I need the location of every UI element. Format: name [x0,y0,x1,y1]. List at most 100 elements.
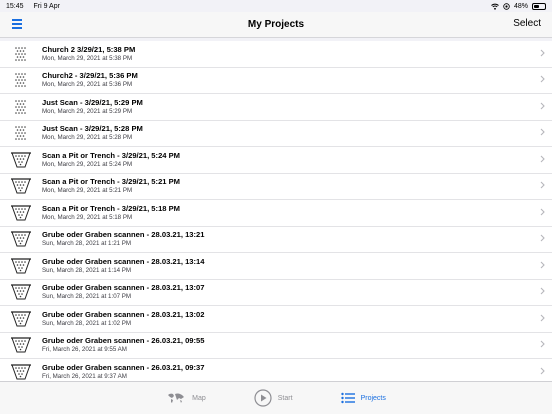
list-item-subtitle: Sun, March 28, 2021 at 1:07 PM [42,293,132,301]
list-item-title: Grube oder Graben scannen - 26.03.21, 09… [42,362,205,372]
world-map-icon [166,392,186,404]
battery-icon [532,2,546,10]
status-time: 15:45 [6,2,24,10]
list-item-text: Church2 - 3/29/21, 5:36 PM Mon, March 29,… [42,71,532,89]
hamburger-icon[interactable] [12,19,22,29]
list-item-text: Grube oder Graben scannen - 28.03.21, 13… [42,257,532,275]
select-button[interactable]: Select [513,18,541,29]
status-left: 15:45 Fri 9 Apr [6,3,68,10]
list-item-text: Church 2 3/29/21, 5:38 PM Mon, March 29, … [42,45,532,63]
tab-start[interactable]: Start [254,389,293,407]
list-item[interactable]: Grube oder Graben scannen - 26.03.21, 09… [0,332,552,359]
pit-icon [0,229,42,249]
tab-label: Projects [360,394,386,402]
location-icon [503,2,510,10]
chevron-right-icon [532,128,552,138]
list-item[interactable]: Grube oder Graben scannen - 26.03.21, 09… [0,359,552,381]
tab-map[interactable]: Map [166,392,206,404]
play-circle-icon [254,389,272,407]
chevron-right-icon [532,208,552,218]
navigation-bar: My Projects Select [0,12,552,38]
list-item-subtitle: Mon, March 29, 2021 at 5:28 PM [42,134,133,142]
list-item-title: Scan a Pit or Trench - 3/29/21, 5:24 PM [42,150,181,160]
chevron-right-icon [532,49,552,59]
list-item-text: Just Scan - 3/29/21, 5:28 PM Mon, March 2… [42,124,532,142]
list-item-title: Scan a Pit or Trench - 3/29/21, 5:18 PM [42,203,181,213]
list-item[interactable]: Just Scan - 3/29/21, 5:28 PM Mon, March 2… [0,120,552,147]
tab-bar: Map Start Projects [0,381,552,414]
list-item-text: Scan a Pit or Trench - 3/29/21, 5:24 PM M… [42,151,532,169]
list-item[interactable]: Grube oder Graben scannen - 28.03.21, 13… [0,306,552,333]
list-item-text: Scan a Pit or Trench - 3/29/21, 5:21 PM M… [42,177,532,195]
pit-icon [0,309,42,329]
pit-icon [0,203,42,223]
list-item-subtitle: Sun, March 28, 2021 at 1:14 PM [42,266,132,274]
list-item[interactable]: Scan a Pit or Trench - 3/29/21, 5:21 PM M… [0,173,552,200]
chevron-right-icon [532,340,552,350]
tab-label: Map [192,394,206,402]
battery-fill [534,4,539,8]
list-item-subtitle: Mon, March 29, 2021 at 5:29 PM [42,107,133,115]
list-item-title: Just Scan - 3/29/21, 5:28 PM [42,124,143,134]
list-item[interactable]: Grube oder Graben scannen - 28.03.21, 13… [0,226,552,253]
list-item-text: Grube oder Graben scannen - 28.03.21, 13… [42,310,532,328]
list-item-title: Grube oder Graben scannen - 28.03.21, 13… [42,230,205,240]
dot-grid-icon [0,45,42,63]
list-item-title: Grube oder Graben scannen - 28.03.21, 13… [42,256,205,266]
list-item-text: Just Scan - 3/29/21, 5:29 PM Mon, March 2… [42,98,532,116]
pit-icon [0,150,42,170]
list-item-text: Grube oder Graben scannen - 28.03.21, 13… [42,230,532,248]
chevron-right-icon [532,314,552,324]
chevron-right-icon [532,75,552,85]
chevron-right-icon [532,181,552,191]
list-item-title: Just Scan - 3/29/21, 5:29 PM [42,97,143,107]
list-item[interactable]: Scan a Pit or Trench - 3/29/21, 5:18 PM M… [0,200,552,227]
list-item-text: Grube oder Graben scannen - 28.03.21, 13… [42,283,532,301]
list-item-text: Grube oder Graben scannen - 26.03.21, 09… [42,336,532,354]
chevron-right-icon [532,287,552,297]
list-item-subtitle: Sun, March 28, 2021 at 1:02 PM [42,319,132,327]
list-item-subtitle: Mon, March 29, 2021 at 5:24 PM [42,160,133,168]
list-item-subtitle: Mon, March 29, 2021 at 5:18 PM [42,213,133,221]
list-item-subtitle: Sun, March 28, 2021 at 1:21 PM [42,240,132,248]
pit-icon [0,282,42,302]
list-item-title: Church2 - 3/29/21, 5:36 PM [42,71,138,81]
chevron-right-icon [532,155,552,165]
list-item-title: Grube oder Graben scannen - 28.03.21, 13… [42,283,205,293]
list-item[interactable]: Grube oder Graben scannen - 28.03.21, 13… [0,253,552,280]
list-item-title: Grube oder Graben scannen - 26.03.21, 09… [42,336,205,346]
list-item[interactable]: Scan a Pit or Trench - 3/29/21, 5:24 PM M… [0,147,552,174]
list-item-title: Church 2 3/29/21, 5:38 PM [42,44,136,54]
list-item[interactable]: Grube oder Graben scannen - 28.03.21, 13… [0,279,552,306]
tab-label: Start [277,394,293,402]
list-item[interactable]: Just Scan - 3/29/21, 5:29 PM Mon, March 2… [0,94,552,121]
pit-icon [0,176,42,196]
list-item-text: Scan a Pit or Trench - 3/29/21, 5:18 PM M… [42,204,532,222]
list-item-title: Scan a Pit or Trench - 3/29/21, 5:21 PM [42,177,181,187]
list-item[interactable]: Church2 - 3/29/21, 5:36 PM Mon, March 29,… [0,67,552,94]
project-list: Church 2 3/29/21, 5:38 PM Mon, March 29, … [0,41,552,381]
page-title: My Projects [247,19,305,30]
dot-grid-icon [0,71,42,89]
status-date: Fri 9 Apr [33,2,60,10]
status-bar: 15:45 Fri 9 Apr 48% [0,0,552,12]
chevron-right-icon [532,367,552,377]
list-item-text: Grube oder Graben scannen - 26.03.21, 09… [42,363,532,381]
list-item[interactable]: Church 2 3/29/21, 5:38 PM Mon, March 29, … [0,41,552,68]
dot-grid-icon [0,98,42,116]
dot-grid-icon [0,124,42,142]
chevron-right-icon [532,234,552,244]
tab-projects[interactable]: Projects [340,392,386,404]
wifi-icon [491,3,499,10]
list-item-subtitle: Mon, March 29, 2021 at 5:21 PM [42,187,133,195]
pit-icon [0,362,42,381]
list-icon [340,392,355,404]
pit-icon [0,335,42,355]
chevron-right-icon [532,261,552,271]
list-item-title: Grube oder Graben scannen - 28.03.21, 13… [42,309,205,319]
list-item-subtitle: Mon, March 29, 2021 at 5:36 PM [42,81,133,89]
chevron-right-icon [532,102,552,112]
status-right: 48% [491,2,546,10]
list-item-subtitle: Fri, March 26, 2021 at 9:37 AM [42,372,127,380]
list-item-subtitle: Fri, March 26, 2021 at 9:55 AM [42,346,127,354]
